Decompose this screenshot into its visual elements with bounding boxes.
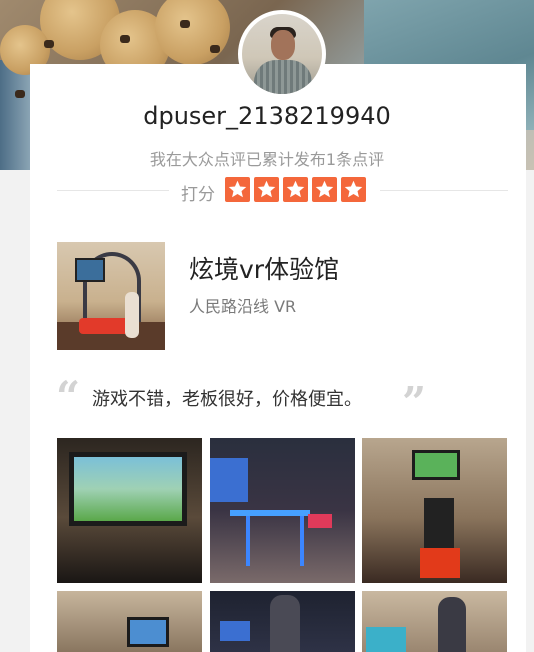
chip-decoration	[15, 90, 25, 98]
shop-meta: 人民路沿线 VR	[189, 297, 297, 316]
divider-left	[57, 190, 169, 191]
star-icon	[283, 177, 308, 202]
user-summary: 我在大众点评已累计发布1条点评	[149, 150, 385, 169]
star-icon	[312, 177, 337, 202]
star-icon	[341, 177, 366, 202]
username: dpuser_2138219940	[143, 102, 391, 130]
close-quote-icon: ”	[402, 378, 427, 427]
chip-decoration	[44, 40, 54, 48]
open-quote-icon: “	[56, 372, 81, 421]
star-icon	[254, 177, 279, 202]
review-photo[interactable]	[362, 591, 507, 652]
avatar[interactable]	[238, 10, 326, 98]
review-photo[interactable]	[210, 438, 355, 583]
rating-stars	[225, 177, 366, 202]
star-icon	[225, 177, 250, 202]
review-photo[interactable]	[210, 591, 355, 652]
shop-name[interactable]: 炫境vr体验馆	[189, 250, 339, 286]
review-text: 游戏不错，老板很好，价格便宜。	[92, 389, 362, 410]
divider-right	[380, 190, 508, 191]
rating-label: 打分	[181, 185, 215, 205]
chip-decoration	[210, 45, 220, 53]
shop-thumbnail[interactable]	[57, 242, 165, 350]
review-photo[interactable]	[57, 591, 202, 652]
review-photo[interactable]	[362, 438, 507, 583]
chip-decoration	[180, 20, 190, 28]
review-photo[interactable]	[57, 438, 202, 583]
chip-decoration	[120, 35, 130, 43]
